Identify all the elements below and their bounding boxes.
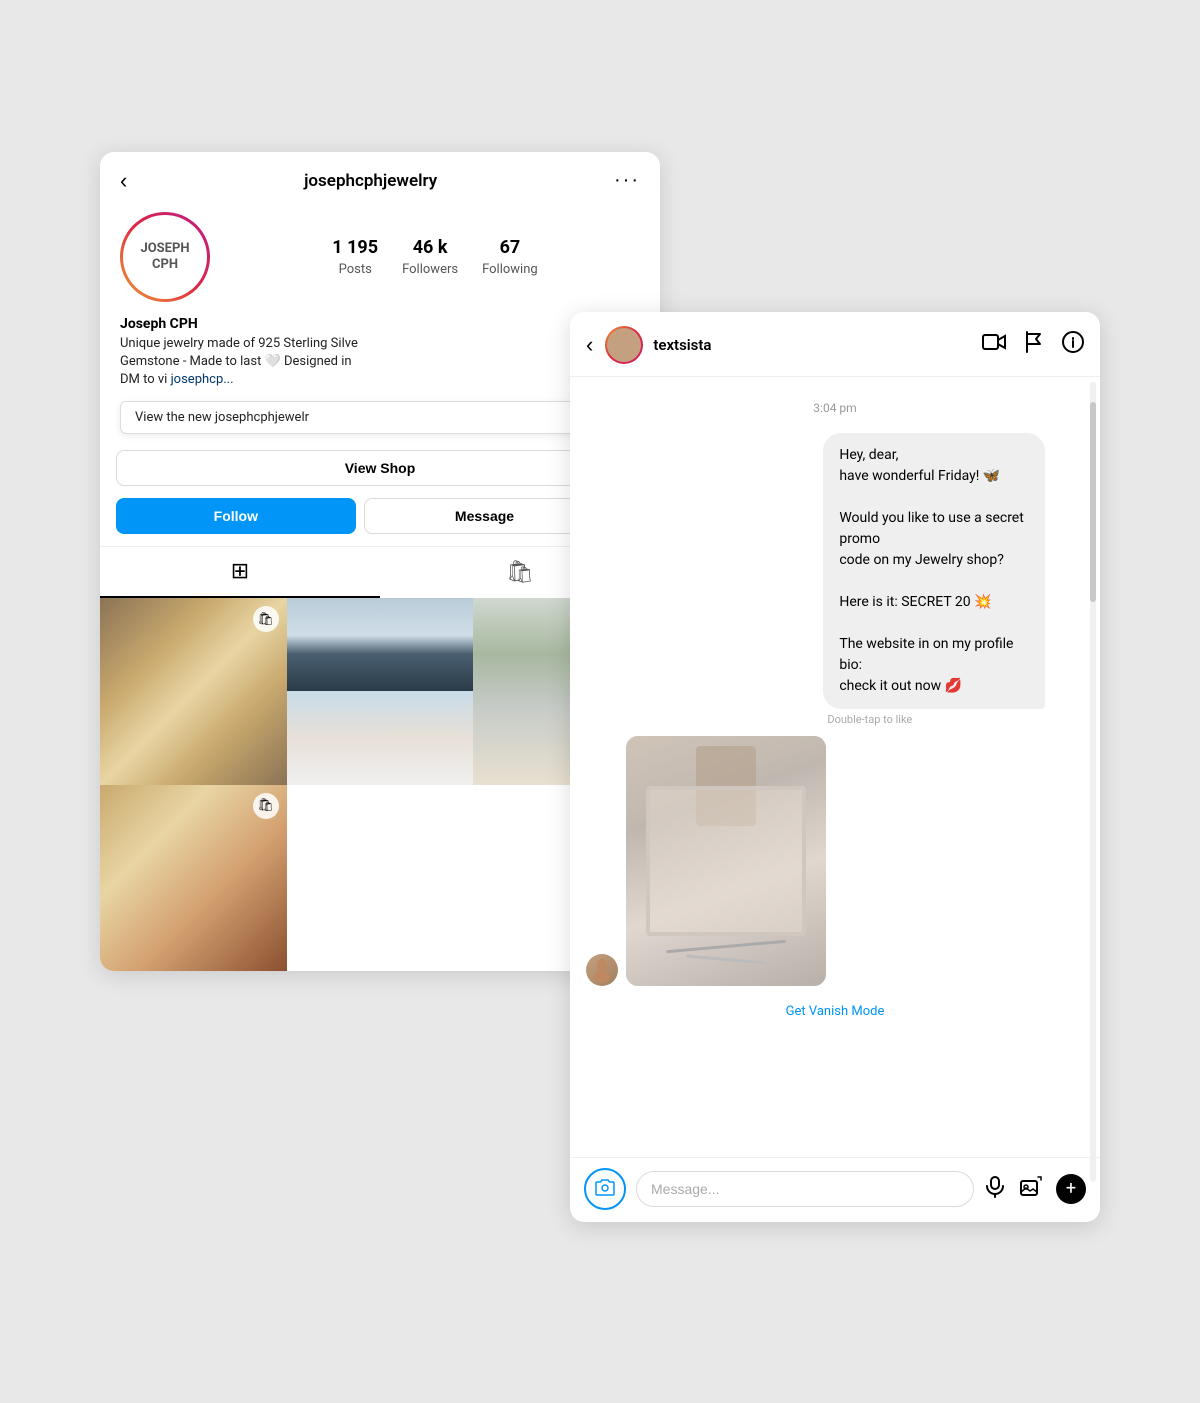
avatar-inner: JOSEPHCPH — [123, 215, 207, 299]
scrollbar-thumb[interactable] — [1090, 402, 1096, 602]
dm-photo-message[interactable] — [626, 736, 826, 986]
scrollbar-track — [1090, 382, 1096, 1182]
tab-grid[interactable]: ⊞ — [100, 547, 380, 598]
stats-row: 1 195 Posts 46 k Followers 67 Following — [230, 237, 640, 277]
dm-back-button[interactable]: ‹ — [586, 332, 593, 358]
grid-icon: ⊞ — [231, 559, 249, 584]
dm-body: 3:04 pm Hey, dear, have wonderful Friday… — [570, 377, 1100, 1157]
following-count: 67 — [482, 237, 538, 258]
view-shop-button[interactable]: View Shop — [116, 450, 644, 486]
posts-count: 1 195 — [332, 237, 378, 258]
dm-timestamp: 3:04 pm — [586, 401, 1084, 415]
dm-image-wrapper — [586, 736, 1084, 986]
dm-image-row — [586, 736, 826, 986]
following-label: Following — [482, 262, 538, 277]
info-icon[interactable] — [1062, 331, 1084, 358]
followers-stat: 46 k Followers — [402, 237, 458, 277]
flag-icon[interactable] — [1024, 331, 1044, 358]
grid-item-1[interactable]: 🛍 — [100, 598, 287, 785]
shop-icon: 🛍 — [506, 560, 534, 585]
grid-item-5[interactable]: 🛍 — [100, 785, 287, 972]
plus-icon: + — [1066, 1178, 1076, 1199]
mic-icon[interactable] — [984, 1176, 1006, 1202]
grid-badge-1: 🛍 — [253, 606, 279, 632]
posts-stat: 1 195 Posts — [332, 237, 378, 277]
camera-button[interactable] — [584, 1168, 626, 1210]
profile-header: ‹ josephcphjewelry ··· — [100, 152, 660, 202]
dm-bubble-wrapper: Hey, dear, have wonderful Friday! 🦋 Woul… — [586, 433, 1084, 726]
camera-icon — [595, 1178, 615, 1200]
avatar: JOSEPHCPH — [140, 241, 189, 272]
grid-item-2[interactable] — [287, 598, 474, 785]
following-stat: 67 Following — [482, 237, 538, 277]
dm-header-icons — [982, 331, 1084, 358]
profile-more-button[interactable]: ··· — [614, 169, 640, 192]
double-tap-hint: Double-tap to like — [823, 713, 1084, 726]
grid-badge-5: 🛍 — [253, 793, 279, 819]
follow-button[interactable]: Follow — [116, 498, 356, 534]
profile-info-row: JOSEPHCPH 1 195 Posts 46 k Followers 67 … — [100, 202, 660, 312]
avatar-wrapper: JOSEPHCPH — [120, 212, 210, 302]
profile-username-header: josephcphjewelry — [304, 171, 437, 191]
dm-message-bubble[interactable]: Hey, dear, have wonderful Friday! 🦋 Woul… — [823, 433, 1045, 709]
dm-card: ‹ textsista — [570, 312, 1100, 1222]
posts-label: Posts — [339, 262, 372, 277]
profile-back-button[interactable]: ‹ — [120, 168, 127, 194]
dm-avatar — [605, 326, 643, 364]
message-input[interactable] — [651, 1181, 959, 1197]
tooltip-box: View the new josephcphjewelr — [120, 401, 640, 434]
photo-library-icon[interactable] — [1020, 1176, 1042, 1202]
dm-sender-avatar — [586, 954, 618, 986]
followers-label: Followers — [402, 262, 458, 277]
profile-link[interactable]: josephcp... — [171, 372, 234, 387]
profile-display-name: Joseph CPH — [120, 316, 640, 332]
dm-header: ‹ textsista — [570, 312, 1100, 377]
message-input-wrapper — [636, 1171, 974, 1207]
add-content-button[interactable]: + — [1056, 1174, 1086, 1204]
video-call-icon[interactable] — [982, 332, 1006, 357]
profile-description: Unique jewelry made of 925 Sterling Silv… — [120, 335, 640, 390]
followers-count: 46 k — [402, 237, 458, 258]
dm-username: textsista — [653, 336, 972, 354]
vanish-mode-button[interactable]: Get Vanish Mode — [586, 996, 1084, 1023]
dm-footer-icons: + — [984, 1174, 1086, 1204]
dm-footer: + — [570, 1157, 1100, 1222]
